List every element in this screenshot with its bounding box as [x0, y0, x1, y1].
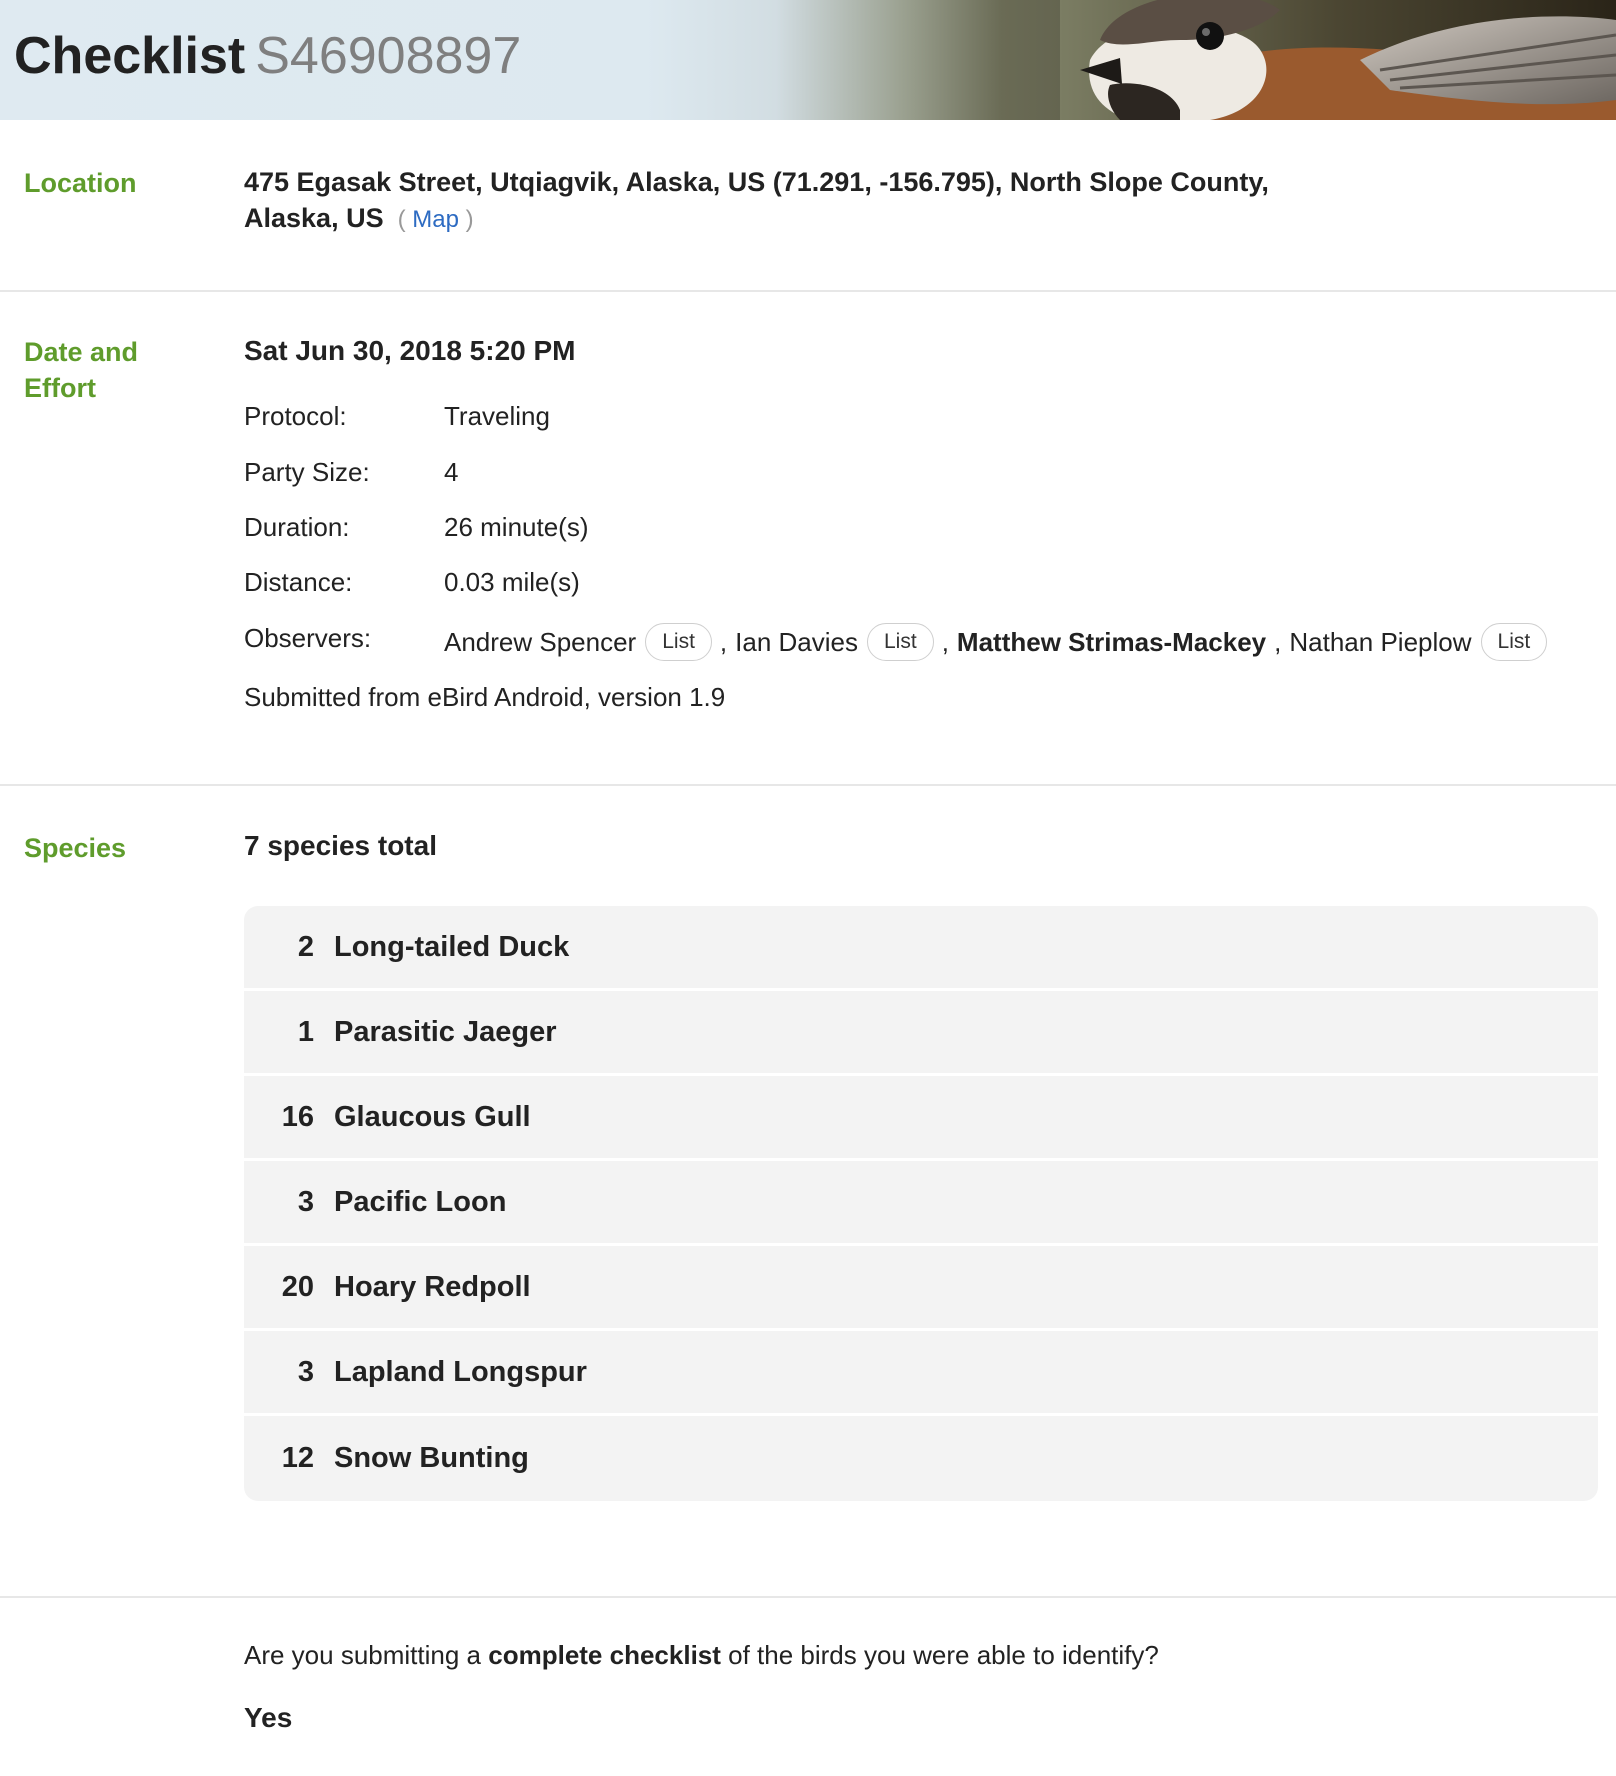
- species-list: 2 Long-tailed Duck 1 Parasitic Jaeger 16…: [244, 906, 1598, 1501]
- date-effort-label-line-1: Date and: [24, 337, 139, 367]
- species-total: 7 species total: [244, 830, 437, 861]
- location-line-2: Alaska, US ( Map ): [244, 200, 1344, 238]
- species-row: 1 Parasitic Jaeger: [244, 991, 1598, 1076]
- observer-name: Nathan Pieplow: [1289, 627, 1472, 657]
- observer-separator: ,: [941, 627, 949, 657]
- complete-question-bold: complete checklist: [488, 1640, 721, 1670]
- species-row: 16 Glaucous Gull: [244, 1076, 1598, 1161]
- checklist-id: S46908897: [255, 27, 522, 85]
- submitted-from-note: Submitted from eBird Android, version 1.…: [244, 682, 726, 712]
- species-count: 16: [281, 1100, 314, 1133]
- species-row: 3 Pacific Loon: [244, 1161, 1598, 1246]
- observer-name: Ian Davies: [735, 627, 858, 657]
- section-divider: [0, 1596, 1616, 1598]
- species-name: Lapland Longspur: [334, 1355, 587, 1388]
- effort-key: Duration:: [244, 512, 350, 542]
- effort-value: 26 minute(s): [444, 512, 589, 542]
- species-count: 1: [297, 1015, 314, 1048]
- complete-question-post: of the birds you were able to identify?: [728, 1640, 1159, 1670]
- section-divider: [0, 290, 1616, 292]
- checklist-datetime: Sat Jun 30, 2018 5:20 PM: [244, 335, 576, 366]
- observer-list-button[interactable]: List: [867, 623, 934, 661]
- species-count: 3: [297, 1355, 314, 1388]
- effort-key: Observers:: [244, 623, 372, 653]
- species-row: 3 Lapland Longspur: [244, 1331, 1598, 1416]
- species-name: Long-tailed Duck: [334, 930, 570, 963]
- species-count: 12: [281, 1442, 314, 1474]
- species-count: 20: [281, 1270, 314, 1303]
- page-title-text: Checklist: [14, 27, 246, 85]
- species-name: Snow Bunting: [334, 1442, 529, 1474]
- page-header: Checklist S46908897: [0, 0, 1616, 120]
- observer-separator: ,: [1274, 627, 1282, 657]
- species-count: 3: [297, 1185, 314, 1218]
- species-name: Pacific Loon: [334, 1185, 507, 1218]
- effort-key: Distance:: [244, 567, 353, 597]
- species-row: 2 Long-tailed Duck: [244, 906, 1598, 991]
- species-name: Parasitic Jaeger: [334, 1015, 557, 1048]
- species-name: Glaucous Gull: [334, 1100, 531, 1133]
- chickadee-banner-image: [1060, 0, 1616, 120]
- location-region: Alaska, US: [244, 203, 384, 233]
- observer-list-button[interactable]: List: [1480, 623, 1548, 661]
- map-link[interactable]: Map: [412, 206, 459, 233]
- date-effort-label-line-2: Effort: [24, 373, 96, 403]
- species-name: Hoary Redpoll: [334, 1270, 531, 1303]
- observer-name: Andrew Spencer: [444, 627, 637, 657]
- page-title: Checklist S46908897: [14, 26, 521, 86]
- species-count: 2: [297, 930, 314, 963]
- map-link-wrapper: ( Map ): [397, 206, 474, 233]
- species-row: 12 Snow Bunting: [244, 1416, 1598, 1501]
- effort-key: Protocol:: [244, 401, 347, 431]
- observer-list-button[interactable]: List: [645, 623, 712, 661]
- section-divider: [0, 784, 1616, 786]
- effort-value: Traveling: [444, 401, 550, 431]
- complete-checklist-question: Are you submitting a complete checklist …: [244, 1640, 1159, 1671]
- date-effort-label: Date and Effort: [24, 334, 138, 406]
- location-value: 475 Egasak Street, Utqiagvik, Alaska, US…: [244, 164, 1344, 238]
- effort-value: 4: [444, 457, 459, 487]
- observer-separator: ,: [719, 627, 728, 657]
- species-label: Species: [24, 833, 127, 863]
- location-label: Location: [24, 168, 137, 198]
- observers-list: Andrew Spencer List , Ian Davies List , …: [444, 622, 1548, 662]
- effort-key: Party Size:: [244, 457, 370, 487]
- observer-name-current-user: Matthew Strimas-Mackey: [956, 627, 1267, 657]
- complete-question-pre: Are you submitting a: [244, 1640, 482, 1670]
- effort-value: 0.03 mile(s): [444, 567, 580, 597]
- location-line-1: 475 Egasak Street, Utqiagvik, Alaska, US…: [244, 167, 1269, 197]
- species-row: 20 Hoary Redpoll: [244, 1246, 1598, 1331]
- complete-checklist-answer: Yes: [244, 1702, 293, 1733]
